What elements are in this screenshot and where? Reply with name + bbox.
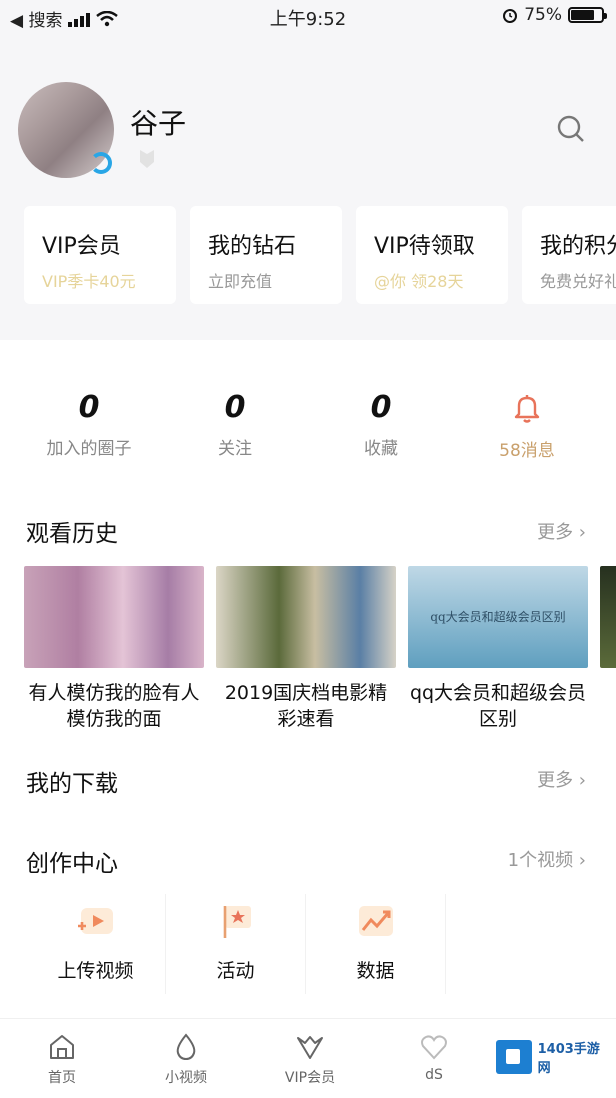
- creator-more-link[interactable]: 1个视频 ›: [508, 846, 586, 872]
- thumbnail-caption: qq大会员和超级会员区别: [430, 610, 566, 624]
- stat-icon-slot: [454, 392, 600, 428]
- heart-icon: [421, 1035, 447, 1060]
- status-bar: ◀ 搜索 上午9:52 75%: [0, 0, 616, 34]
- creator-tools: 上传视频 活动 数据: [26, 894, 586, 994]
- data-button[interactable]: 数据: [306, 894, 446, 994]
- card-vip-member[interactable]: VIP会员 VIP季卡40元: [24, 206, 176, 304]
- stat-following[interactable]: 0 关注: [162, 390, 308, 470]
- card-title: 我的钻石: [208, 234, 297, 259]
- battery-icon: [568, 7, 607, 23]
- stat-label: 加入的圈子: [46, 439, 132, 459]
- video-title: 2019国庆档电影精彩速看: [224, 682, 388, 730]
- search-icon[interactable]: [556, 114, 586, 144]
- card-my-diamonds[interactable]: 我的钻石 立即充值: [190, 206, 342, 304]
- stat-count: 0: [224, 390, 246, 425]
- history-more-link[interactable]: 更多 ›: [537, 518, 586, 544]
- bell-icon: [514, 395, 540, 423]
- stat-circles[interactable]: 0 加入的圈子: [16, 390, 162, 470]
- tab-home[interactable]: 首页: [0, 1019, 124, 1098]
- home-icon: [50, 1035, 74, 1059]
- history-item[interactable]: 2019国庆档电影精彩速看: [216, 566, 396, 736]
- history-list: 有人模仿我的脸有人模仿我的面 2019国庆档电影精彩速看 qq大会员和超级会员区…: [24, 566, 616, 736]
- card-vip-pending[interactable]: VIP待领取 @你 领28天: [356, 206, 508, 304]
- stat-label: 收藏: [364, 439, 398, 459]
- tab-label: 首页: [48, 1070, 76, 1086]
- video-title: 有人模仿我的脸有人模仿我的面: [28, 682, 200, 730]
- status-right: 75%: [502, 5, 607, 25]
- stat-count: 0: [370, 390, 392, 425]
- alarm-icon: [503, 9, 518, 23]
- card-title: 我的积分: [540, 234, 616, 259]
- battery-percent: 75%: [524, 5, 562, 25]
- avatar-badge-icon: [90, 152, 112, 174]
- creator-label: 数据: [356, 960, 395, 982]
- membership-cards: VIP会员 VIP季卡40元 我的钻石 立即充值 VIP待领取 @你 领28天 …: [24, 206, 616, 304]
- stat-count: 0: [78, 390, 100, 425]
- history-item[interactable]: qq大会员和超级会员区别 qq大会员和超级会员区别: [408, 566, 588, 736]
- vip-crown-icon: [297, 1036, 323, 1059]
- flag-icon: [223, 906, 251, 938]
- activity-button[interactable]: 活动: [166, 894, 306, 994]
- stat-label: 关注: [218, 439, 252, 459]
- creator-label: 上传视频: [57, 960, 134, 982]
- creator-label: 活动: [216, 960, 255, 982]
- video-thumbnail: [24, 566, 204, 668]
- droplet-icon: [176, 1033, 196, 1061]
- card-my-points[interactable]: 我的积分 免费兑好礼: [522, 206, 616, 304]
- chart-trend-icon: [358, 906, 393, 936]
- card-subtitle: VIP季卡40元: [42, 272, 136, 291]
- battery-fill: [571, 10, 594, 20]
- upload-video-icon: [77, 908, 113, 934]
- video-thumbnail: [216, 566, 396, 668]
- tab-doki[interactable]: dS: [372, 1019, 496, 1098]
- downloads-more-link[interactable]: 更多 ›: [537, 766, 586, 792]
- card-subtitle: @你 领28天: [374, 272, 464, 291]
- username[interactable]: 谷子: [130, 102, 186, 142]
- stat-favorites[interactable]: 0 收藏: [308, 390, 454, 470]
- history-item-partial[interactable]: [600, 566, 616, 736]
- card-title: VIP会员: [42, 234, 121, 259]
- watermark-text: 1403手游网: [537, 1042, 600, 1076]
- history-item[interactable]: 有人模仿我的脸有人模仿我的面: [24, 566, 204, 736]
- stat-messages[interactable]: 58消息: [454, 390, 600, 470]
- creator-empty-slot: [446, 894, 586, 994]
- card-title: VIP待领取: [374, 234, 475, 259]
- card-subtitle: 立即充值: [208, 272, 273, 291]
- stats-row: 0 加入的圈子 0 关注 0 收藏 58消息: [16, 390, 600, 470]
- tab-short-video[interactable]: 小视频: [124, 1019, 248, 1098]
- level-badge-icon: [140, 150, 154, 168]
- card-subtitle: 免费兑好礼: [540, 272, 616, 291]
- tab-label: dS: [425, 1067, 443, 1083]
- stat-label: 58消息: [499, 441, 555, 461]
- tab-label: VIP会员: [284, 1070, 336, 1086]
- downloads-title: 我的下载: [26, 771, 118, 797]
- video-thumbnail: [600, 566, 616, 668]
- tab-vip[interactable]: VIP会员: [248, 1019, 372, 1098]
- watermark-logo: 1403手游网: [496, 1040, 612, 1076]
- video-thumbnail: qq大会员和超级会员区别: [408, 566, 588, 668]
- watermark-icon: [496, 1040, 532, 1074]
- tab-label: 小视频: [165, 1070, 207, 1086]
- video-title: qq大会员和超级会员区别: [409, 682, 587, 730]
- history-title: 观看历史: [26, 521, 118, 547]
- upload-video-button[interactable]: 上传视频: [26, 894, 166, 994]
- creator-title: 创作中心: [26, 851, 118, 877]
